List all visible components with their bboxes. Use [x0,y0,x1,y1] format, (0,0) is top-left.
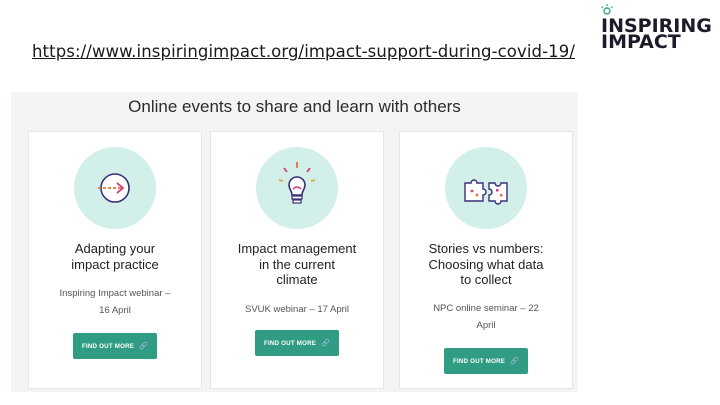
find-out-more-button[interactable]: FIND OUT MORE 🔗 [255,330,339,356]
card-subtitle: Inspiring Impact webinar – 16 April [59,288,171,316]
card-subtitle: NPC online seminar – 22 April [433,303,539,331]
card-subtitle: SVUK webinar – 17 April [244,304,350,315]
card-title: Stories vs numbers: Choosing what data t… [428,241,544,287]
find-out-more-button[interactable]: FIND OUT MORE 🔗 [73,333,157,359]
arrow-icon [74,147,156,229]
card-title: Adapting your impact practice [71,241,159,272]
find-out-more-button[interactable]: FIND OUT MORE 🔗 [444,348,528,374]
event-card: Stories vs numbers: Choosing what data t… [399,131,573,389]
panel-title: Online events to share and learn with ot… [128,97,461,116]
link-icon: 🔗 [510,358,520,365]
source-url-link[interactable]: https://www.inspiringimpact.org/impact-s… [32,42,575,61]
puzzle-icon [445,147,527,229]
event-card: Impact management in the current climate… [210,131,384,389]
card-title: Impact management in the current climate [237,241,357,287]
logo-text-line2: IMPACT [601,31,681,53]
event-card: Adapting your impact practice Inspiring … [28,131,202,389]
link-icon: 🔗 [139,343,149,350]
lightbulb-icon [256,147,338,229]
events-panel: Online events to share and learn with ot… [11,92,578,392]
link-icon: 🔗 [321,340,331,347]
inspiring-impact-logo: INSPIRING IMPACT [598,4,718,52]
